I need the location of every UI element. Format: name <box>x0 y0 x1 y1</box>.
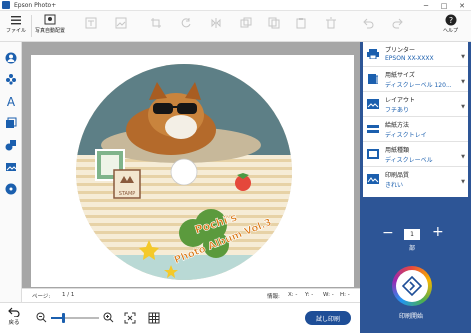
increase-copies-button[interactable]: + <box>432 225 444 239</box>
print-start-icon <box>402 276 422 296</box>
x-readout: X: - <box>288 292 298 298</box>
page-value: 1 / 1 <box>62 292 75 298</box>
setting-quality[interactable]: 印刷品質 きれい ▼ <box>363 167 468 192</box>
title-bar: Epson Photo+ ─ □ ✕ <box>0 0 471 11</box>
window-title: Epson Photo+ <box>14 1 57 9</box>
setting-paper-size-title: 用紙サイズ <box>385 72 415 79</box>
zoom-out-icon[interactable] <box>36 312 47 323</box>
paper-type-icon <box>367 149 379 159</box>
copies-unit-label: 部 <box>409 245 416 252</box>
person-icon[interactable] <box>4 51 18 65</box>
chevron-down-icon: ▼ <box>461 179 465 185</box>
back-button[interactable]: 戻る <box>8 307 20 326</box>
menu-icon <box>11 16 21 25</box>
back-label: 戻る <box>8 320 20 326</box>
setting-printer-value: EPSON XX-XXXX <box>385 55 434 62</box>
page-label: ページ: <box>32 294 51 300</box>
decrease-copies-button[interactable]: − <box>382 226 394 240</box>
setting-feed-value: ディスクトレイ <box>385 132 427 139</box>
maximize-button[interactable]: □ <box>435 0 453 11</box>
setting-feed[interactable]: 給紙方法 ディスクトレイ <box>363 117 468 142</box>
image-tool-icon[interactable] <box>115 17 127 29</box>
delete-icon[interactable] <box>325 17 337 29</box>
setting-paper-type-value: ディスクレーベル <box>385 157 433 164</box>
print-paper: STAMP Pochi's Photo Album Vol.3 <box>31 55 354 287</box>
setting-layout-title: レイアウト <box>385 97 416 104</box>
svg-text:A: A <box>7 95 16 107</box>
layout-icon <box>367 99 379 109</box>
setting-feed-title: 給紙方法 <box>385 122 410 129</box>
chevron-down-icon: ▼ <box>461 104 465 110</box>
zoom-slider[interactable] <box>51 312 99 323</box>
status-bar: ページ: 1 / 1 情報: X: - Y: - W: - H: - <box>22 288 360 302</box>
bottom-bar: 戻る 試し印刷 <box>0 302 360 333</box>
disc-label-preview[interactable]: STAMP Pochi's Photo Album Vol.3 <box>31 55 354 287</box>
app-icon <box>2 1 10 9</box>
svg-text:?: ? <box>448 16 452 25</box>
paste-icon[interactable] <box>295 17 307 29</box>
help-button[interactable]: ? ヘルプ <box>443 14 458 34</box>
text-icon[interactable]: A <box>4 94 18 108</box>
undo-icon[interactable] <box>362 17 374 29</box>
file-label: ファイル <box>6 28 27 34</box>
auto-layout-icon <box>44 14 56 25</box>
setting-layout[interactable]: レイアウト フチあり ▼ <box>363 92 468 117</box>
start-print-label: 印刷開始 <box>399 313 424 320</box>
background-icon[interactable] <box>4 160 18 174</box>
setting-printer-title: プリンター <box>385 47 416 54</box>
test-print-button[interactable]: 試し印刷 <box>305 311 351 325</box>
frame-icon[interactable] <box>4 116 18 130</box>
chevron-down-icon: ▼ <box>461 54 465 60</box>
zoom-slider-handle[interactable] <box>61 312 65 323</box>
file-menu-button[interactable]: ファイル <box>6 14 26 34</box>
help-label: ヘルプ <box>443 28 459 34</box>
feed-icon <box>367 125 379 133</box>
auto-layout-label: 写真自動配置 <box>35 28 66 34</box>
minimize-button[interactable]: ─ <box>417 0 435 11</box>
text-tool-icon[interactable] <box>85 17 97 29</box>
setting-printer[interactable]: プリンター EPSON XX-XXXX ▼ <box>363 42 468 67</box>
quality-icon <box>367 174 379 184</box>
w-readout: W: - <box>323 292 334 298</box>
paper-size-icon <box>368 74 378 84</box>
close-button[interactable]: ✕ <box>453 0 471 11</box>
copies-input[interactable]: 1 <box>404 229 420 240</box>
toolbar: ファイル 写真自動配置 ? ヘルプ <box>0 11 471 42</box>
crop-icon[interactable] <box>150 17 162 29</box>
left-toolbar: A <box>0 42 22 306</box>
flip-icon[interactable] <box>210 17 222 29</box>
zoom-control <box>36 312 114 323</box>
auto-layout-button[interactable]: 写真自動配置 <box>35 14 65 34</box>
chevron-down-icon: ▼ <box>461 79 465 85</box>
info-label: 情報: <box>267 294 280 300</box>
setting-quality-title: 印刷品質 <box>385 172 410 179</box>
setting-quality-value: きれい <box>385 182 404 189</box>
y-readout: Y: - <box>305 292 314 298</box>
grid-icon[interactable] <box>148 312 160 324</box>
h-readout: H: - <box>340 292 350 298</box>
setting-paper-size-value: ディスクレーベル 120... <box>385 82 452 89</box>
stamp-text: STAMP <box>119 191 136 197</box>
zoom-in-icon[interactable] <box>103 312 114 323</box>
redo-icon[interactable] <box>392 17 404 29</box>
setting-paper-type[interactable]: 用紙種類 ディスクレーベル ▼ <box>363 142 468 167</box>
rotate-icon[interactable] <box>180 17 192 29</box>
printer-icon <box>367 49 379 59</box>
help-icon: ? <box>445 14 456 26</box>
setting-paper-type-title: 用紙種類 <box>385 147 410 154</box>
chevron-down-icon: ▼ <box>461 154 465 160</box>
back-arrow-icon <box>8 307 20 317</box>
setting-paper-size[interactable]: 用紙サイズ ディスクレーベル 120... ▼ <box>363 67 468 92</box>
shape-icon[interactable] <box>4 138 18 152</box>
start-print-button[interactable] <box>392 266 432 306</box>
setting-layout-value: フチあり <box>385 107 410 114</box>
copy-icon[interactable] <box>268 17 280 29</box>
fit-screen-icon[interactable] <box>124 312 136 324</box>
canvas-area: STAMP Pochi's Photo Album Vol.3 <box>22 42 360 288</box>
stamp-icon[interactable] <box>4 72 18 86</box>
layer-icon[interactable] <box>240 17 252 29</box>
disc-icon[interactable] <box>4 182 18 196</box>
